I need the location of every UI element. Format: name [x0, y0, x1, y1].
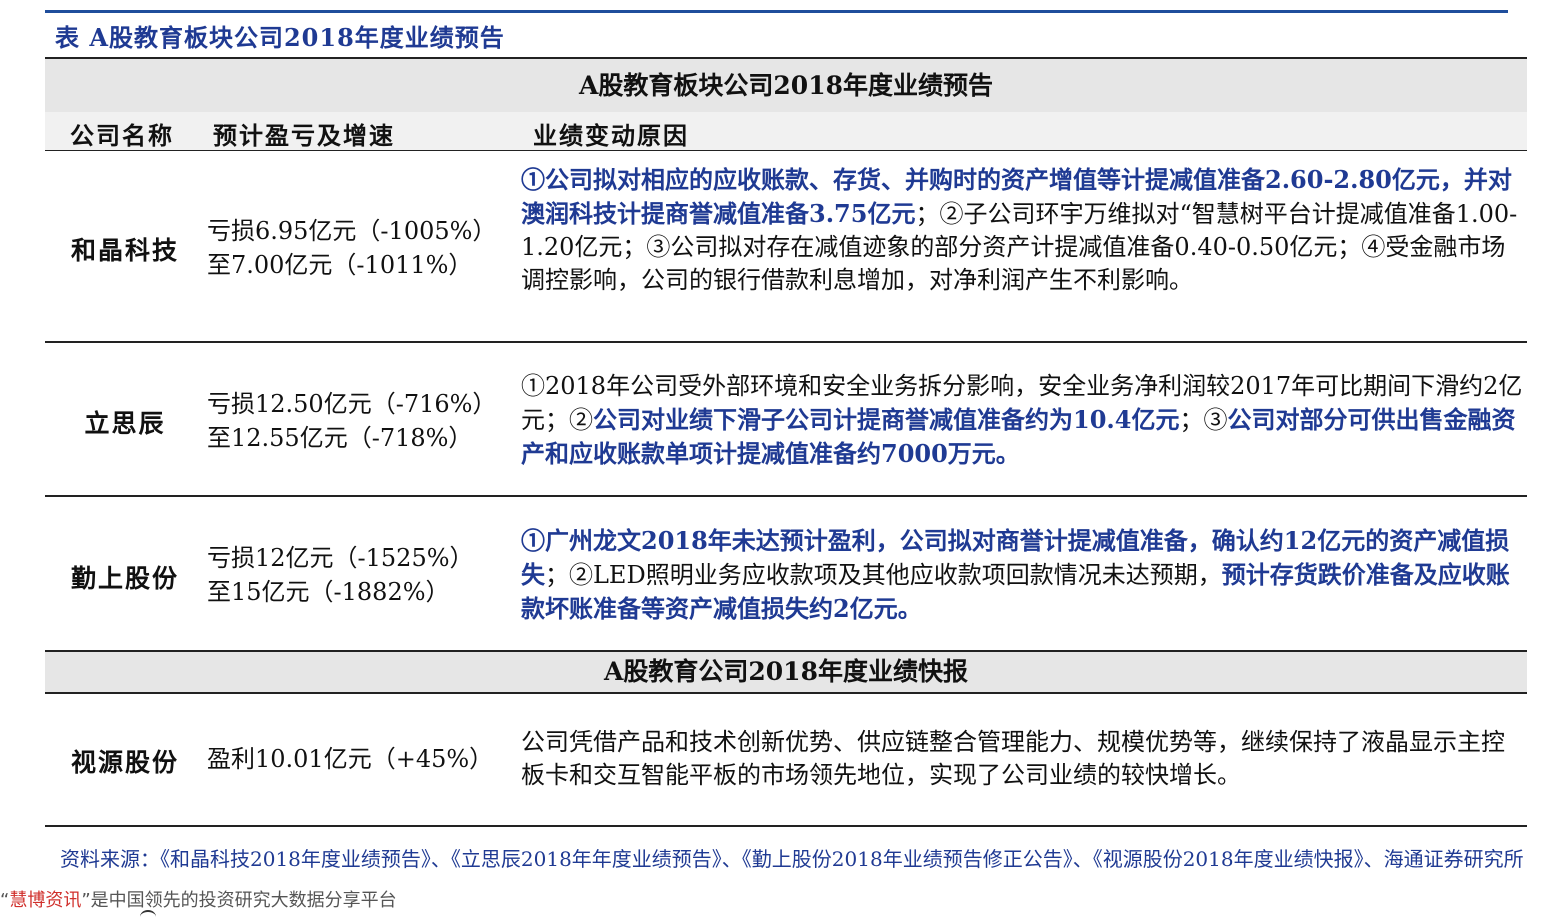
reason-text: ；②LED照明业务应收款项及其他应收款项回款情况未达预期， — [545, 561, 1222, 589]
company-name: 勤上股份 — [70, 564, 179, 593]
company-name: 立思辰 — [84, 409, 166, 438]
header-forecast: 预计盈亏及增速 — [213, 121, 395, 150]
reason-cell: ①广州龙文2018年未达预计盈利，公司拟对商誉计提减值准备，确认约12亿元的资产… — [521, 524, 1527, 626]
forecast-cell: 亏损6.95亿元（-1005%） 至7.00亿元（-1011%） — [207, 214, 517, 282]
section-title-express: A股教育公司2018年度业绩快报 — [45, 650, 1527, 694]
company-name: 视源股份 — [70, 748, 179, 777]
forecast-line: 至15亿元（-1882%） — [207, 578, 450, 606]
row-divider — [45, 341, 1527, 343]
forecast-cell: 亏损12亿元（-1525%） 至15亿元（-1882%） — [207, 541, 517, 609]
table-bottom-rule — [45, 825, 1527, 827]
forecast-line: 至7.00亿元（-1011%） — [207, 251, 473, 279]
forecast-line: 亏损12.50亿元（-716%） — [207, 390, 497, 418]
reason-cell: ①公司拟对相应的应收账款、存货、并购时的资产增值等计提减值准备2.60-2.80… — [521, 163, 1527, 297]
watermark-quote: “ — [0, 890, 10, 911]
header-reason: 业绩变动原因 — [533, 121, 689, 150]
section-title-forecast: A股教育板块公司2018年度业绩预告 — [45, 57, 1527, 114]
company-name: 和晶科技 — [70, 236, 179, 265]
table-caption: 表 A股教育板块公司2018年度业绩预告 — [55, 23, 505, 52]
top-rule — [45, 10, 1508, 13]
reason-text: ；③ — [1179, 406, 1228, 434]
watermark: “慧博资讯”是中国领先的投资研究大数据分享平台 — [0, 886, 397, 912]
header-company: 公司名称 — [70, 121, 174, 150]
forecast-line: 亏损6.95亿元（-1005%） — [207, 217, 497, 245]
reason-text: 公司凭借产品和技术创新优势、供应链整合管理能力、规模优势等，继续保持了液晶显示主… — [521, 728, 1505, 789]
watermark-brand: 慧博资讯 — [9, 890, 82, 911]
reason-highlight: 公司对业绩下滑子公司计提商誉减值准备约为10.4亿元 — [593, 405, 1180, 434]
forecast-cell: 盈利10.01亿元（+45%） — [207, 742, 517, 776]
forecast-cell: 亏损12.50亿元（-716%） 至12.55亿元（-718%） — [207, 387, 517, 455]
row-divider — [45, 495, 1527, 497]
forecast-line: 亏损12亿元（-1525%） — [207, 544, 474, 572]
reason-cell: ①2018年公司受外部环境和安全业务拆分影响，安全业务净利润较2017年可比期间… — [521, 370, 1527, 471]
watermark-text: 是中国领先的投资研究大数据分享平台 — [90, 890, 397, 911]
header-row: 公司名称 预计盈亏及增速 业绩变动原因 — [45, 112, 1527, 151]
reason-cell: 公司凭借产品和技术创新优势、供应链整合管理能力、规模优势等，继续保持了液晶显示主… — [521, 726, 1527, 792]
forecast-line: 盈利10.01亿元（+45%） — [207, 745, 494, 773]
watermark-quote: ” — [81, 890, 91, 911]
forecast-line: 至12.55亿元（-718%） — [207, 424, 473, 452]
source-note: 资料来源：《和晶科技2018年度业绩预告》、《立思辰2018年年度业绩预告》、《… — [60, 847, 1524, 871]
